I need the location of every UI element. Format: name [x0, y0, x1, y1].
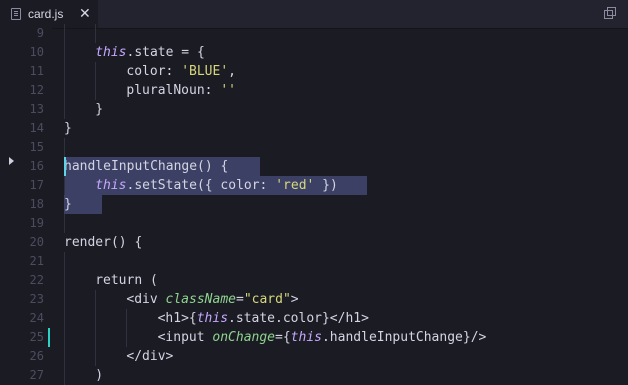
code-line[interactable]: <h1>{this.state.color}</h1> — [158, 309, 369, 328]
line-number: 22 — [29, 273, 44, 287]
line-number: 15 — [29, 140, 44, 154]
line-number-gutter: 9 10 11 12 13 14 15 16 17 18 19 20 21 22 23 24 25 26 27 — [0, 26, 52, 382]
code-line[interactable]: handleInputChange() { — [64, 157, 228, 176]
code-line[interactable]: this.state = { — [95, 43, 205, 62]
line-number: 10 — [29, 45, 44, 59]
code-line[interactable]: } — [64, 119, 72, 138]
indent-guide — [64, 176, 65, 195]
code-line[interactable]: ) — [95, 366, 103, 385]
code-token: }) — [314, 178, 338, 193]
indent-guide — [95, 62, 97, 100]
indent-guide — [64, 214, 65, 233]
code-token: "card" — [243, 292, 291, 307]
code-line[interactable]: } — [64, 195, 72, 214]
code-token: .handleInputChange}/> — [321, 330, 487, 345]
code-editor[interactable]: 9 10 11 12 13 14 15 16 17 18 19 20 21 22 23 24 25 26 27 th… — [0, 24, 628, 385]
line-number: 18 — [29, 197, 44, 211]
code-token: return ( — [95, 273, 158, 288]
indent-guide — [95, 290, 97, 366]
indent-guide — [126, 309, 128, 347]
code-token: className — [165, 292, 236, 307]
code-token: ={ — [275, 330, 291, 345]
code-line[interactable]: </div> — [126, 347, 173, 366]
code-token: pluralNoun: — [126, 83, 221, 98]
line-number: 14 — [29, 121, 44, 135]
indent-guide — [64, 138, 65, 157]
code-token: handleInputChange() { — [64, 159, 229, 174]
indent-guide — [64, 24, 65, 119]
line-number: 27 — [29, 368, 44, 382]
code-token: this — [95, 178, 127, 193]
code-token: </div> — [126, 349, 174, 364]
line-number: 24 — [29, 311, 44, 325]
code-token: } — [95, 102, 104, 117]
code-token: .state = { — [126, 45, 205, 60]
code-token: <h1>{ — [157, 311, 197, 326]
indent-guide — [64, 252, 65, 385]
code-line[interactable]: <div className="card"> — [126, 290, 298, 309]
js-file-icon — [11, 8, 21, 20]
line-number: 26 — [29, 349, 44, 363]
indent-guide — [95, 24, 97, 43]
code-token: 'BLUE' — [181, 64, 229, 79]
code-line[interactable]: <input onChange={this.handleInputChange}… — [158, 328, 487, 347]
line-number: 19 — [29, 216, 44, 230]
text-cursor — [64, 157, 66, 176]
code-line[interactable]: color: 'BLUE', — [126, 62, 236, 81]
code-token: render() { — [64, 235, 143, 250]
line-number: 17 — [29, 178, 44, 192]
code-token: <input — [157, 330, 213, 345]
line-number: 25 — [29, 330, 44, 344]
tab-title: card.js — [28, 7, 64, 21]
line-number: 12 — [29, 83, 44, 97]
code-token: .state.color}</h1> — [228, 311, 369, 326]
line-number: 13 — [29, 102, 44, 116]
code-token: this — [196, 311, 229, 326]
code-token: } — [64, 121, 72, 136]
line-number: 16 — [29, 159, 44, 173]
code-token: } — [64, 197, 72, 212]
code-token: = — [235, 292, 244, 307]
code-token: 'red' — [275, 178, 315, 193]
code-line[interactable]: return ( — [95, 271, 158, 290]
line-number: 9 — [36, 26, 44, 40]
code-line[interactable]: } — [95, 100, 103, 119]
code-token: '' — [220, 83, 236, 98]
line-number: 20 — [29, 235, 44, 249]
line-number: 23 — [29, 292, 44, 306]
code-token: ) — [95, 368, 104, 383]
code-line[interactable]: render() { — [64, 233, 142, 252]
code-token: color: — [126, 64, 182, 79]
split-pane-icon[interactable] — [604, 7, 616, 19]
line-number: 21 — [29, 254, 44, 268]
code-token: .setState({ color: — [126, 178, 276, 193]
git-change-marker — [48, 328, 50, 347]
code-token: this — [95, 45, 127, 60]
tab-bar: card.js ✕ — [0, 0, 628, 29]
code-token: onChange — [212, 330, 276, 345]
code-line[interactable]: pluralNoun: '' — [126, 81, 236, 100]
mouse-pointer-icon — [9, 157, 14, 165]
editor-window: card.js ✕ 9 10 11 12 13 14 15 16 17 18 19 20 21 22 23 2… — [0, 0, 628, 385]
line-number: 11 — [29, 64, 44, 78]
code-token: , — [228, 64, 236, 79]
code-token: > — [290, 292, 299, 307]
code-token: <div — [126, 292, 166, 307]
code-token: this — [290, 330, 322, 345]
close-icon[interactable]: ✕ — [79, 5, 91, 22]
code-line[interactable]: this.setState({ color: 'red' }) — [95, 176, 338, 195]
